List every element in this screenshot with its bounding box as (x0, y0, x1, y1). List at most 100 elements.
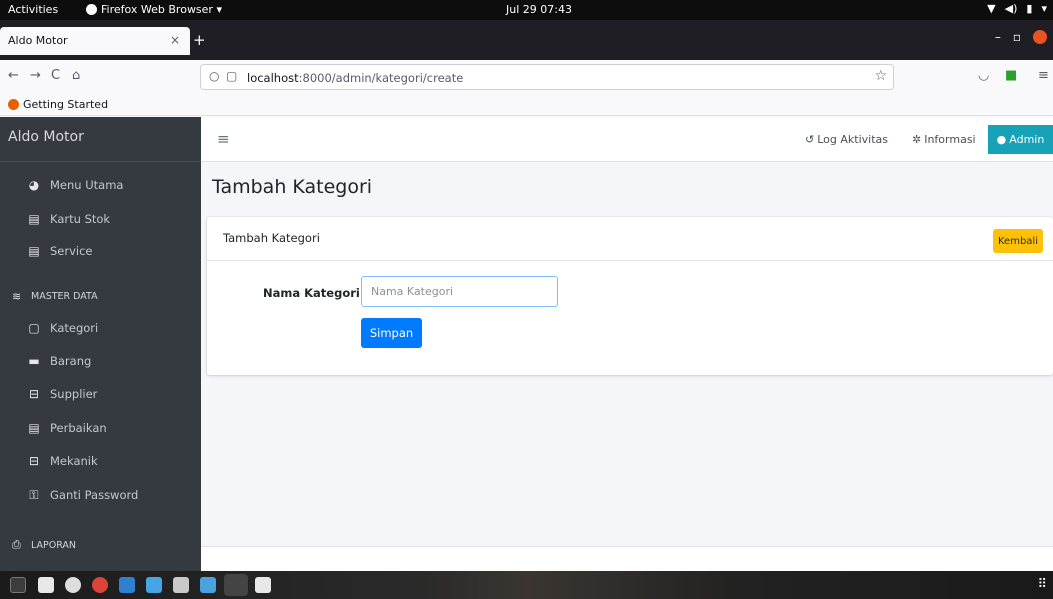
terminal-icon[interactable] (10, 577, 26, 593)
shield-icon: ○ (209, 69, 220, 83)
url-bar[interactable]: ○ ▢ localhost:8000/admin/kategori/create… (200, 64, 894, 90)
brand-link[interactable]: Aldo Motor (0, 117, 201, 162)
clock[interactable]: Jul 29 07:43 (506, 3, 572, 16)
activities-button[interactable]: Activities (8, 3, 58, 16)
sidebar-item-label: Service (50, 244, 93, 258)
admin-button[interactable]: ● Admin (988, 125, 1053, 154)
sidebar: Aldo Motor ◕ Menu Utama ▤ Kartu Stok ▤ S… (0, 117, 201, 571)
sidebar-item-service[interactable]: ▤ Service (0, 238, 201, 264)
file-icon: ▤ (28, 421, 40, 435)
informasi-label: Informasi (924, 133, 976, 146)
new-tab-button[interactable]: + (193, 31, 206, 49)
print-icon: ⎙ (12, 538, 21, 551)
tab-title: Aldo Motor (8, 34, 68, 47)
sidebar-item-ganti-password[interactable]: ⚿ Ganti Password (0, 482, 201, 508)
sidebar-header-label: LAPORAN (31, 539, 77, 551)
app-menu[interactable]: Firefox Web Browser ▾ (86, 3, 222, 16)
system-tray[interactable]: ▼ ◀) ▮ ▾ (987, 2, 1047, 15)
app-icon[interactable] (146, 577, 162, 593)
tab-strip: Aldo Motor × + – ▫ (0, 20, 1053, 60)
sidebar-item-menu-utama[interactable]: ◕ Menu Utama (0, 172, 201, 198)
sidebar-item-kategori[interactable]: ▢ Kategori (0, 315, 201, 341)
sidebar-item-label: Mekanik (50, 454, 98, 468)
home-button[interactable]: ⌂ (72, 68, 80, 83)
sidebar-item-kartu-stok[interactable]: ▤ Kartu Stok (0, 206, 201, 232)
page-icon: ▢ (226, 69, 238, 83)
close-window-button[interactable] (1033, 30, 1047, 44)
tab-close-icon[interactable]: × (170, 33, 180, 47)
history-icon: ↺ (805, 133, 815, 146)
navigation-toolbar: ← → C ⌂ ○ ▢ localhost:8000/admin/kategor… (0, 60, 1053, 94)
sidebar-item-label: Menu Utama (50, 178, 124, 192)
back-button[interactable]: ← (8, 68, 19, 83)
firefox-taskbar-icon[interactable] (224, 574, 248, 596)
log-aktivitas-link[interactable]: ↺ Log Aktivitas (805, 133, 888, 146)
chrome-icon[interactable] (92, 577, 108, 593)
app-menu-label: Firefox Web Browser ▾ (101, 3, 222, 16)
simpan-button[interactable]: Simpan (361, 318, 422, 348)
url-host: localhost (247, 71, 299, 85)
app-icon[interactable] (65, 577, 81, 593)
browser-tab[interactable]: Aldo Motor × (0, 27, 190, 55)
file-icon: ▤ (28, 244, 40, 258)
sidebar-item-perbaikan[interactable]: ▤ Perbaikan (0, 415, 201, 441)
app-icon[interactable] (200, 577, 216, 593)
user-icon: ● (996, 133, 1007, 146)
sidebar-item-barang[interactable]: ▬ Barang (0, 348, 201, 374)
sidebar-header-laporan: ⎙ LAPORAN (0, 538, 76, 552)
vscode-icon[interactable] (119, 577, 135, 593)
box-icon: ▬ (28, 354, 40, 368)
page-title: Tambah Kategori (212, 176, 373, 198)
sidebar-item-label: Ganti Password (50, 488, 139, 502)
log-aktivitas-label: Log Aktivitas (817, 133, 888, 146)
id-card-icon: ⊟ (28, 454, 40, 468)
sidebar-item-label: Perbaikan (50, 421, 107, 435)
reload-button[interactable]: C (51, 68, 60, 83)
chevron-down-icon: ▾ (1041, 2, 1047, 15)
page-footer (201, 546, 1053, 571)
files-icon[interactable] (38, 577, 54, 593)
informasi-link[interactable]: ✲ Informasi (912, 133, 976, 146)
extension-icon[interactable]: ■ (1005, 68, 1017, 83)
key-icon: ⚿ (29, 487, 39, 502)
sidebar-item-label: Kategori (50, 321, 99, 335)
app-menu-icon[interactable]: ≡ (1038, 68, 1049, 83)
pocket-icon[interactable]: ◡ (978, 68, 989, 83)
minimize-button[interactable]: – (995, 30, 1001, 44)
firefox-icon (8, 99, 19, 110)
sidebar-header-label: MASTER DATA (31, 291, 98, 302)
sidebar-header-master-data: ≋ MASTER DATA (0, 290, 98, 303)
database-icon: ≋ (12, 290, 22, 303)
nama-kategori-label: Nama Kategori : (263, 286, 369, 300)
top-navbar: ≡ ↺ Log Aktivitas ✲ Informasi ● Admin (201, 117, 1053, 162)
nama-kategori-input[interactable] (361, 276, 558, 307)
sidebar-item-label: Kartu Stok (50, 212, 111, 226)
cog-icon: ✲ (912, 133, 922, 146)
card-header: Tambah Kategori Kembali (207, 217, 1053, 261)
taskbar: ⠿ (0, 571, 1053, 599)
forward-button[interactable]: → (30, 68, 41, 83)
kembali-button[interactable]: Kembali (993, 229, 1043, 253)
card-title: Tambah Kategori (223, 231, 320, 245)
sidebar-item-supplier[interactable]: ⊟ Supplier (0, 381, 201, 407)
app-icon[interactable] (255, 577, 271, 593)
volume-icon: ◀) (1004, 2, 1018, 15)
battery-icon: ▮ (1026, 2, 1033, 15)
main-content: ≡ ↺ Log Aktivitas ✲ Informasi ● Admin Ta… (201, 117, 1053, 571)
bookmarks-bar: Getting Started (0, 94, 1053, 116)
admin-label: Admin (1009, 133, 1045, 146)
file-outline-icon: ▢ (28, 321, 40, 335)
sidebar-item-label: Barang (50, 354, 92, 368)
show-apps-icon[interactable]: ⠿ (1037, 577, 1047, 592)
app-icon[interactable] (173, 577, 189, 593)
sidebar-item-mekanik[interactable]: ⊟ Mekanik (0, 448, 201, 474)
bookmark-star-icon[interactable]: ☆ (874, 68, 887, 84)
tachometer-icon: ◕ (28, 178, 40, 192)
maximize-button[interactable]: ▫ (1013, 30, 1021, 44)
sidebar-toggle-icon[interactable]: ≡ (217, 130, 230, 148)
bookmark-getting-started[interactable]: Getting Started (8, 98, 108, 111)
sidebar-item-label: Supplier (50, 387, 98, 401)
url-text: localhost:8000/admin/kategori/create (247, 71, 463, 85)
url-path: :8000/admin/kategori/create (298, 71, 464, 85)
system-top-bar: Activities Firefox Web Browser ▾ Jul 29 … (0, 0, 1053, 20)
